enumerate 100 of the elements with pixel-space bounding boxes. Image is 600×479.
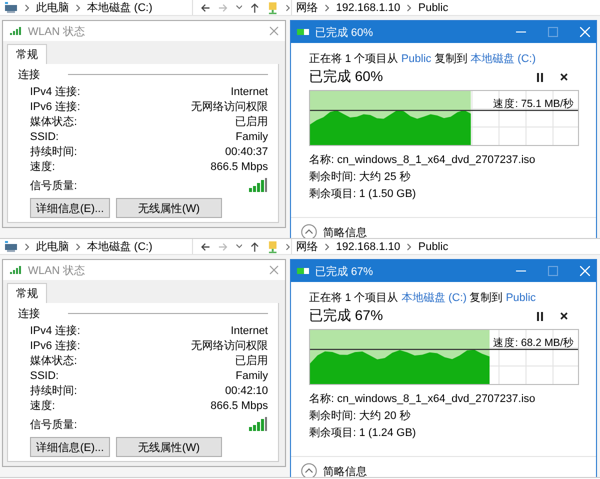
chevron-icon xyxy=(324,4,330,12)
window-title: WLAN 状态 xyxy=(28,24,86,38)
field-value: 866.5 Mbps xyxy=(210,160,268,172)
chevron-icon xyxy=(75,4,81,12)
breadcrumb-item[interactable]: 192.168.1.10 xyxy=(336,2,400,14)
window-title: 已完成 60% xyxy=(315,26,374,40)
wireless-properties-button[interactable]: 无线属性(W) xyxy=(116,198,222,218)
breadcrumb-item[interactable]: 此电脑 xyxy=(36,239,69,254)
maximize-icon xyxy=(548,27,558,37)
breadcrumb-item[interactable]: 此电脑 xyxy=(36,0,69,15)
detail-text: 剩余项目: 1 (1.50 GB) xyxy=(309,187,417,201)
tab[interactable]: 常规 xyxy=(7,44,47,64)
breadcrumb-item[interactable]: 本地磁盘 (C:) xyxy=(87,239,152,254)
close-icon[interactable] xyxy=(269,26,279,36)
chevron-icon xyxy=(24,242,30,250)
maximize-icon xyxy=(548,266,558,276)
chevron-icon xyxy=(406,242,412,250)
dropdown-icon[interactable] xyxy=(236,244,242,249)
detail-text: 名称: cn_windows_8_1_x64_dvd_2707237.iso xyxy=(309,392,536,406)
pause-icon[interactable] xyxy=(536,312,544,320)
detail-text: 剩余时间: 大约 25 秒 xyxy=(309,170,412,184)
window-title: WLAN 状态 xyxy=(28,264,86,278)
chevron-icon xyxy=(324,242,330,250)
location-link[interactable]: 本地磁盘 (C:) xyxy=(470,53,536,65)
fewer-details-button[interactable]: 简略信息 xyxy=(301,224,367,238)
window-title: 已完成 67% xyxy=(315,264,374,278)
up-icon[interactable] xyxy=(250,2,260,12)
computer-icon xyxy=(4,240,18,252)
network-folder-icon xyxy=(268,240,278,254)
tab[interactable]: 常规 xyxy=(7,283,47,303)
field-value: 无网络访问权限 xyxy=(191,338,268,353)
network-folder-icon xyxy=(268,0,278,14)
field-value: 00:40:37 xyxy=(225,146,268,158)
speed-reading: 速度: 68.2 MB/秒 xyxy=(493,336,574,350)
detail-text: 剩余项目: 1 (1.24 GB) xyxy=(309,426,417,440)
location-link[interactable]: Public xyxy=(506,292,536,304)
back-icon[interactable] xyxy=(201,242,210,252)
computer-icon xyxy=(4,2,18,14)
wireless-properties-button[interactable]: 无线属性(W) xyxy=(116,437,222,457)
breadcrumb-item[interactable]: 网络 xyxy=(296,239,318,254)
field-value: 已启用 xyxy=(235,354,268,368)
fewer-details-button[interactable]: 简略信息 xyxy=(301,463,367,477)
location-link[interactable]: Public xyxy=(401,53,432,65)
field-label: IPv6 连接: xyxy=(30,338,80,353)
progress-heading: 已完成 67% xyxy=(309,307,384,325)
field-label: 信号质量: xyxy=(30,418,78,432)
field-value: 已启用 xyxy=(235,114,268,129)
field-label: IPv4 连接: xyxy=(30,84,80,99)
breadcrumb-item[interactable]: 192.168.1.10 xyxy=(336,240,400,252)
group-label: 连接 xyxy=(18,306,40,321)
field-value: Internet xyxy=(230,324,268,336)
details-button[interactable]: 详细信息(E)... xyxy=(30,437,110,457)
chevron-icon xyxy=(285,4,292,12)
field-label: 速度: xyxy=(30,398,56,413)
field-value: 866.5 Mbps xyxy=(210,400,268,412)
up-icon[interactable] xyxy=(250,242,260,252)
field-label: 持续时间: xyxy=(30,145,78,159)
detail-text: 名称: cn_windows_8_1_x64_dvd_2707237.iso xyxy=(309,153,536,167)
field-label: 持续时间: xyxy=(30,384,78,398)
back-icon[interactable] xyxy=(201,2,210,12)
field-label: SSID: xyxy=(30,130,59,142)
field-label: 媒体状态: xyxy=(30,114,78,129)
chevron-icon xyxy=(406,4,412,12)
group-label: 连接 xyxy=(18,68,40,82)
field-label: 媒体状态: xyxy=(30,354,78,368)
field-value: Family xyxy=(236,370,268,382)
location-link[interactable]: 本地磁盘 (C:) xyxy=(401,292,467,304)
speed-reading: 速度: 75.1 MB/秒 xyxy=(493,97,574,111)
breadcrumb-item[interactable]: Public xyxy=(418,2,448,14)
signal-strength-icon xyxy=(248,177,268,193)
field-value: Internet xyxy=(230,86,268,98)
signal-icon xyxy=(9,26,23,36)
chevron-icon xyxy=(285,242,292,250)
field-value: 00:42:10 xyxy=(225,384,268,396)
breadcrumb-item[interactable]: 网络 xyxy=(296,0,318,15)
cancel-icon[interactable] xyxy=(560,73,568,81)
details-button[interactable]: 详细信息(E)... xyxy=(30,198,110,218)
close-icon[interactable] xyxy=(269,265,279,275)
field-label: IPv4 连接: xyxy=(30,324,80,338)
field-label: 信号质量: xyxy=(30,178,78,192)
breadcrumb-item[interactable]: Public xyxy=(418,240,448,252)
field-value: Family xyxy=(236,130,268,142)
field-label: SSID: xyxy=(30,370,59,382)
dropdown-icon[interactable] xyxy=(236,5,242,10)
field-value: 无网络访问权限 xyxy=(191,100,268,114)
progress-heading: 已完成 60% xyxy=(309,68,384,86)
copy-description: 正在将 1 个项目从 本地磁盘 (C:) 复制到 Public xyxy=(309,291,537,305)
chevron-icon xyxy=(75,242,81,250)
progress-icon xyxy=(297,267,309,275)
signal-icon xyxy=(9,265,23,275)
cancel-icon[interactable] xyxy=(560,312,568,320)
collapse-icon xyxy=(301,224,317,238)
pause-icon[interactable] xyxy=(536,72,544,82)
collapse-icon xyxy=(301,463,317,477)
field-label: IPv6 连接: xyxy=(30,100,80,114)
field-label: 速度: xyxy=(30,160,56,174)
signal-strength-icon xyxy=(248,416,268,432)
breadcrumb-item[interactable]: 本地磁盘 (C:) xyxy=(87,0,152,15)
copy-description: 正在将 1 个项目从 Public 复制到 本地磁盘 (C:) xyxy=(309,52,537,66)
detail-text: 剩余时间: 大约 20 秒 xyxy=(309,409,412,423)
